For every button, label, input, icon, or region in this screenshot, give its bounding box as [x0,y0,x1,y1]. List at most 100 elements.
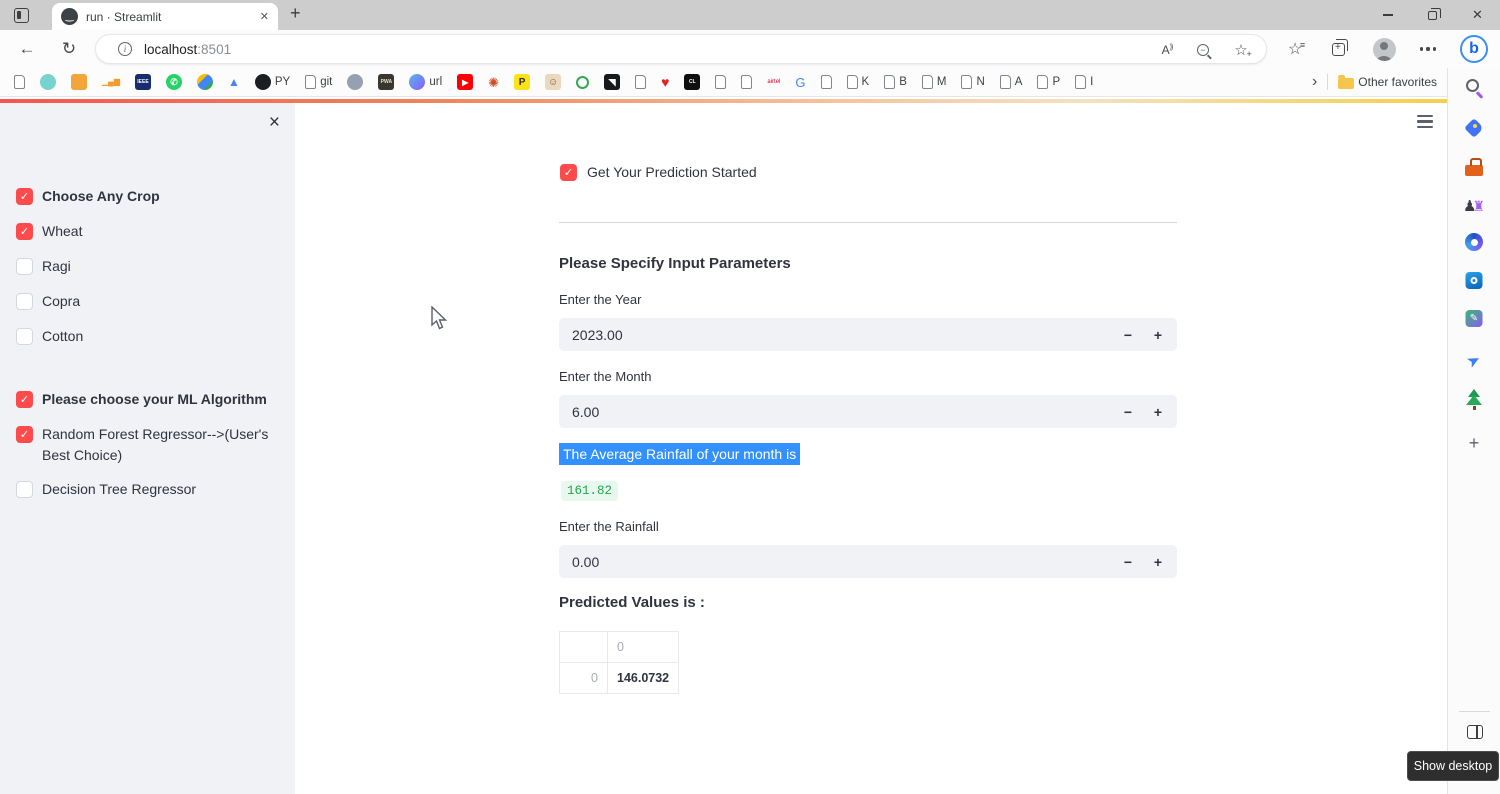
bookmark-item-4[interactable]: IEEE [135,74,151,90]
bookmark-py[interactable]: PY [255,74,290,90]
bookmark-item-2[interactable] [71,74,87,90]
tools-icon[interactable] [1462,155,1486,179]
prediction-start-checkbox[interactable]: ✓ Get Your Prediction Started [560,162,757,183]
year-input[interactable]: 2023.00 − + [559,318,1177,351]
rainfall-increment-button[interactable]: + [1143,545,1173,578]
year-decrement-button[interactable]: − [1113,318,1143,351]
minimize-button[interactable] [1365,0,1410,30]
bing-chat-button[interactable]: b [1458,30,1490,68]
checkbox-cotton[interactable]: Cotton [16,326,280,348]
tab-title: run · Streamlit [86,10,252,24]
checkbox-please-choose-your-ml-algorithm[interactable]: ✓Please choose your ML Algorithm [16,389,280,411]
microsoft-365-icon[interactable] [1465,233,1483,251]
checkbox-choose-any-crop[interactable]: ✓Choose Any Crop [16,186,280,208]
bookmark-item-22[interactable] [715,75,726,89]
tree-icon[interactable] [1462,388,1486,412]
bookmark-p[interactable]: P [1037,75,1060,89]
new-tab-button[interactable]: + [290,3,301,24]
bookmark-item-21[interactable]: CL [684,74,700,90]
browser-tab[interactable]: ‿ run · Streamlit ✕ [52,3,278,30]
checkbox-label: Ragi [42,256,71,277]
bookmark-item-19[interactable] [635,75,646,89]
bookmark-item-18[interactable]: ◥ [604,74,620,90]
app-hamburger-menu[interactable] [1417,115,1433,131]
bookmark-item-14[interactable]: ✺ [488,76,499,89]
bookmark-item-6[interactable] [197,74,213,90]
year-value[interactable]: 2023.00 [559,327,1113,343]
maximize-button[interactable] [1410,0,1455,30]
bookmark-i[interactable]: I [1075,75,1093,89]
bookmark-item-26[interactable] [821,75,832,89]
bookmark-item-20[interactable]: ♥ [661,75,669,89]
outlook-icon[interactable] [1466,272,1483,289]
favicon: ▁▄▆ [102,78,120,86]
checkbox-copra[interactable]: Copra [16,291,280,313]
bookmark-item-17[interactable] [576,76,589,89]
settings-menu-button[interactable] [1413,30,1443,68]
bookmark-item-24[interactable]: airtel [767,79,780,85]
bookmark-label: url [429,76,442,88]
designer-icon[interactable]: ✎ [1466,310,1483,327]
games-icon[interactable]: ♟♜ [1462,194,1486,218]
rainfall-value[interactable]: 0.00 [559,554,1113,570]
month-value[interactable]: 6.00 [559,404,1113,420]
bookmark-item-16[interactable]: ☺ [545,74,561,90]
refresh-button[interactable]: ↻ [52,30,86,68]
bookmark-item-15[interactable]: P [514,74,530,90]
add-favorite-button[interactable]: ☆ [1228,35,1254,65]
bookmark-item-23[interactable] [741,75,752,89]
profile-avatar [1373,38,1396,61]
bookmarks-overflow-chevron-icon[interactable]: › [1312,73,1317,91]
month-input[interactable]: 6.00 − + [559,395,1177,428]
checkbox-random-forest-regressor-user-s-best-choi[interactable]: ✓Random Forest Regressor-->(User's Best … [16,424,280,466]
month-label: Enter the Month [559,369,652,384]
address-bar[interactable]: i localhost:8501 A)) − ☆ [95,34,1267,64]
checkbox-label: Please choose your ML Algorithm [42,389,267,410]
checkbox-ragi[interactable]: Ragi [16,256,280,278]
bookmark-item-25[interactable]: G [795,76,805,89]
zoom-out-button[interactable]: − [1190,35,1216,65]
bookmark-item-5[interactable]: ✆ [166,74,182,90]
read-aloud-button[interactable]: A)) [1154,35,1180,65]
bookmark-item-1[interactable] [40,74,56,90]
bookmark-item-3[interactable]: ▁▄▆ [102,78,120,86]
search-icon[interactable] [1462,77,1486,101]
rainfall-input[interactable]: 0.00 − + [559,545,1177,578]
bookmark-b[interactable]: B [884,75,907,89]
bookmark-item-11[interactable]: PWA [378,74,394,90]
collections-button[interactable] [1323,30,1353,68]
send-icon[interactable]: ➤ [1462,349,1486,373]
sidebar-close-icon[interactable]: × [269,112,280,134]
checkbox-wheat[interactable]: ✓Wheat [16,221,280,243]
bookmark-item-13[interactable]: ▶ [457,74,473,90]
shopping-icon[interactable] [1462,116,1486,140]
bookmark-url[interactable]: url [409,74,442,90]
add-icon[interactable]: + [1462,431,1486,455]
split-window-icon[interactable] [1467,725,1483,739]
section-divider [559,222,1177,223]
bookmark-item-7[interactable]: ▲ [228,76,240,88]
site-info-icon[interactable]: i [118,42,132,56]
profile-button[interactable] [1369,30,1399,68]
month-decrement-button[interactable]: − [1113,395,1143,428]
year-increment-button[interactable]: + [1143,318,1173,351]
bookmark-item-10[interactable] [347,74,363,90]
tab-actions-menu-icon[interactable] [14,8,29,23]
bookmark-item-0[interactable] [14,75,25,89]
bookmark-git[interactable]: git [305,75,332,89]
bookmark-k[interactable]: K [847,75,870,89]
other-favorites-button[interactable]: Other favorites [1338,75,1437,89]
bookmark-n[interactable]: N [961,75,984,89]
url-text[interactable]: localhost:8501 [144,42,231,57]
checkbox-decision-tree-regressor[interactable]: Decision Tree Regressor [16,479,280,501]
tab-close-icon[interactable]: ✕ [260,10,269,23]
back-button[interactable]: ← [10,30,44,68]
bookmark-a[interactable]: A [1000,75,1023,89]
bookmark-m[interactable]: M [922,75,947,89]
rainfall-decrement-button[interactable]: − [1113,545,1143,578]
close-window-button[interactable]: ✕ [1455,0,1500,30]
month-increment-button[interactable]: + [1143,395,1173,428]
favicon [14,75,25,89]
favicon [1000,75,1011,89]
favorites-button[interactable]: ☆ [1280,30,1310,68]
